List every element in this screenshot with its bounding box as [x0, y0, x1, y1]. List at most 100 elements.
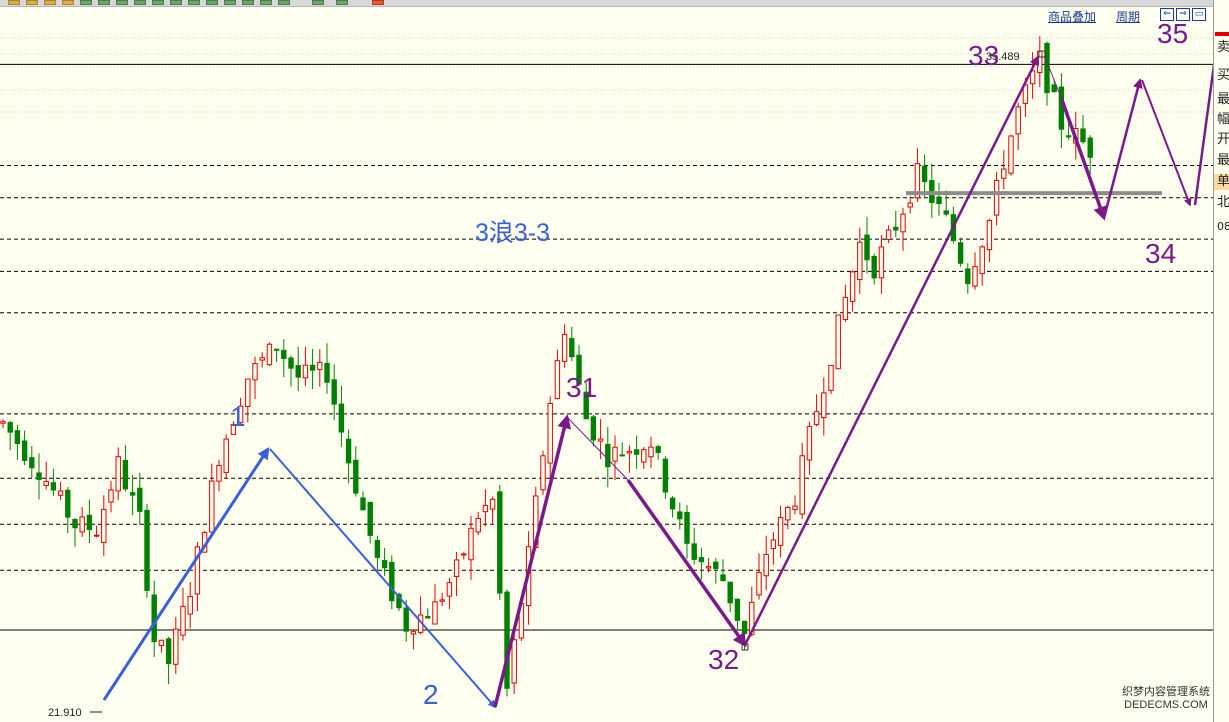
candle-down [331, 379, 337, 405]
toolbar-button[interactable] [98, 0, 110, 5]
candle-down [122, 459, 129, 490]
panel-label: 北 [1217, 195, 1229, 210]
candle-up [1001, 168, 1007, 179]
candle-down [684, 512, 690, 544]
candle-up [792, 505, 798, 510]
overlay-link[interactable]: 商品叠加 [1048, 8, 1096, 25]
candle-up [115, 456, 121, 492]
candle-up [93, 534, 100, 537]
candle-down [633, 449, 640, 455]
toolbar-button[interactable] [224, 0, 236, 5]
toolbar-button[interactable] [44, 0, 56, 5]
candle-down [7, 422, 13, 433]
candle-down [741, 620, 748, 634]
candle-up [180, 605, 186, 636]
wave-2-arrow [269, 448, 497, 709]
panel-label: 开 [1217, 132, 1229, 147]
quote-side-panel: 卖买最幅开最单北 08 [1213, 0, 1229, 722]
toolbar-button[interactable] [188, 0, 200, 5]
candle-up [108, 489, 114, 503]
candle-down [65, 489, 71, 518]
toolbar-button[interactable] [242, 0, 254, 5]
toolbar-button[interactable] [8, 0, 20, 5]
panel-label: 买 [1217, 68, 1229, 83]
wave-32-thin-line [566, 416, 629, 481]
low-price-label: 21.910 [48, 707, 82, 719]
candle-up [475, 517, 481, 533]
candle-down [374, 540, 381, 558]
candle-up [57, 490, 64, 496]
wave-label-33: 33 [968, 40, 999, 71]
toolbar-button[interactable] [152, 0, 164, 5]
period-link[interactable]: 周期 [1116, 8, 1140, 25]
wave-label-32: 32 [708, 644, 739, 675]
toolbar-button[interactable] [26, 0, 38, 5]
panel-accent-bar [1215, 32, 1229, 36]
toolbar-button[interactable] [336, 0, 348, 5]
panel-label: 幅 [1217, 112, 1229, 127]
candle-up [763, 553, 769, 577]
projection-down-arrow [1141, 79, 1192, 207]
candle-up [245, 378, 251, 408]
candle-down [662, 458, 669, 493]
candle-down [619, 454, 625, 457]
wave-33-arrow [743, 55, 1040, 646]
panel-label: 单 [1214, 174, 1229, 190]
candle-up [1037, 50, 1043, 74]
toolbar-button[interactable] [278, 0, 290, 5]
candle-down [72, 519, 78, 529]
toolbar-button[interactable] [206, 0, 218, 5]
toolbar-button[interactable] [260, 0, 272, 5]
watermark: 织梦内容管理系统 DEDECMS.COM [1112, 686, 1220, 712]
candle-up [777, 516, 784, 546]
candle-down [50, 482, 57, 491]
candle-down [691, 543, 697, 560]
candle-up [187, 596, 193, 615]
toolbar-button[interactable] [116, 0, 128, 5]
candle-down [893, 226, 899, 231]
candle-down [698, 557, 705, 563]
toolbar-button[interactable] [170, 0, 182, 5]
candle-down [965, 268, 971, 285]
candle-up [252, 363, 258, 381]
candle-up [453, 559, 460, 577]
candle-down [569, 338, 575, 358]
wave-1-arrow [102, 446, 270, 701]
candle-up [43, 480, 49, 487]
candle-up [216, 465, 222, 482]
candle-up [842, 296, 849, 320]
candle-up [468, 527, 474, 561]
candle-up [511, 639, 517, 684]
candle-down [295, 365, 301, 378]
toolbar-button[interactable] [134, 0, 146, 5]
candle-up [410, 631, 417, 635]
scroll-left-icon[interactable]: ⇐ [1160, 8, 1174, 21]
candle-down [273, 348, 280, 351]
toolbar-button[interactable] [312, 0, 324, 5]
candle-down [677, 511, 683, 520]
candle-down [504, 591, 510, 689]
candle-down [590, 416, 597, 441]
candle-up [561, 333, 568, 362]
candle-up [158, 639, 165, 646]
candle-down [864, 234, 870, 261]
candle-up [849, 271, 856, 302]
candle-down [497, 491, 503, 594]
candle-up [813, 411, 820, 425]
chart-canvas[interactable]: 21.91035.4893浪3-3123132333435 [0, 0, 1213, 722]
scroll-right-icon[interactable]: ⇒ [1176, 8, 1190, 21]
toolbar-button[interactable] [62, 0, 74, 5]
kline-chart[interactable]: 21.910 35.489 3浪3-3 1 2 31 32 33 34 35 [0, 0, 1213, 722]
candle-down [86, 514, 93, 531]
panel-label: 最 [1217, 92, 1229, 107]
wave-32-arrow [626, 478, 747, 648]
candle-up [806, 426, 813, 461]
chart-title: 3浪3-3 [475, 219, 550, 247]
candle-up [641, 449, 647, 463]
window-icon[interactable]: ▭ [1192, 8, 1206, 21]
candle-down [353, 459, 359, 494]
toolbar-button[interactable] [372, 0, 384, 5]
toolbar-button[interactable] [80, 0, 92, 5]
candle-up [857, 241, 863, 280]
candle-up [972, 266, 978, 287]
